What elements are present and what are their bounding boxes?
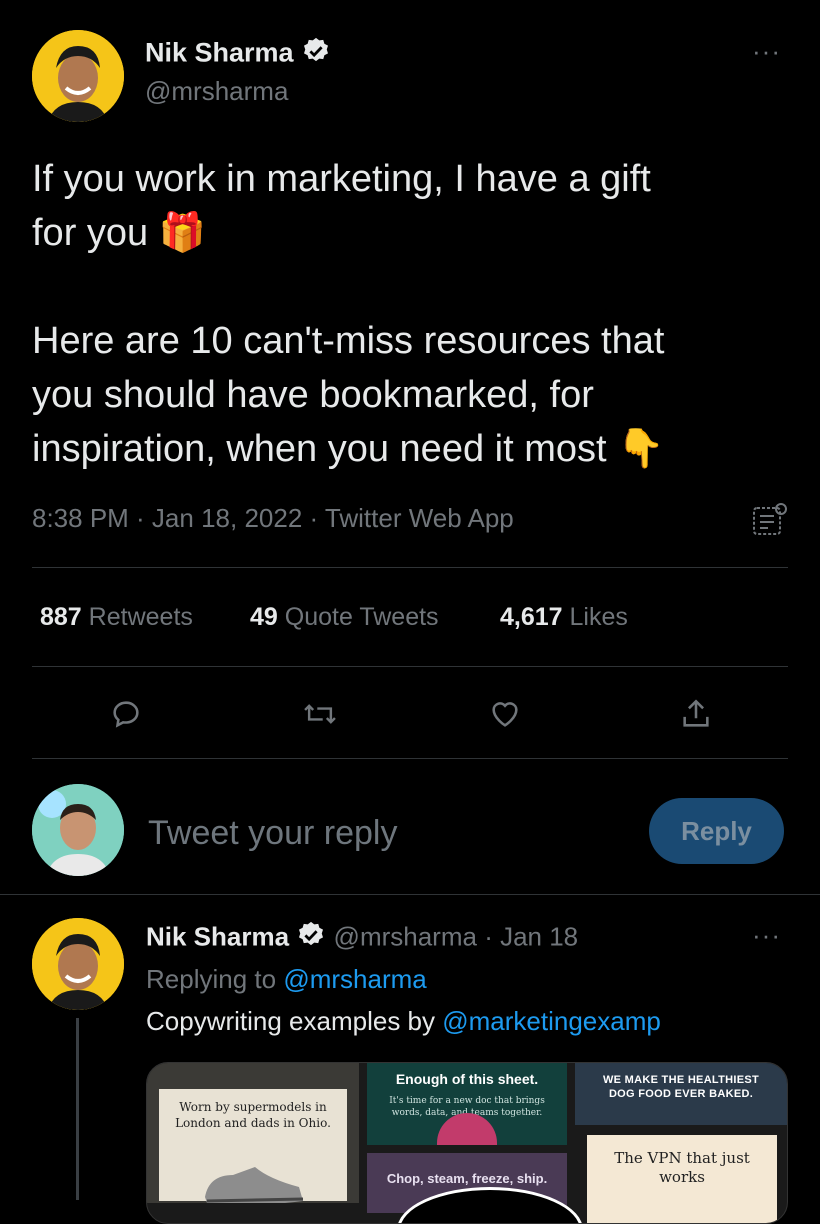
likes-count: 4,617 [500,603,563,631]
author-name[interactable]: Nik Sharma [145,38,294,68]
media-tile: WE MAKE THE HEALTHIEST DOG FOOD EVER BAK… [575,1063,787,1125]
tweet-text-line: for you 🎁 [32,206,802,260]
divider [0,894,820,895]
author-handle[interactable]: @mrsharma [145,76,288,107]
media-tile: Enough of this sheet. It's time for a ne… [367,1063,567,1145]
media-tile-text: The VPN that just works [614,1149,750,1186]
user-avatar[interactable] [32,784,124,876]
reply-author-handle[interactable]: @mrsharma [334,921,477,951]
avatar-portrait [32,918,124,1010]
verified-badge-icon [296,920,326,957]
media-tile: The VPN that just works [587,1135,777,1223]
replying-to-handle-link[interactable]: @mrsharma [283,964,426,994]
reply-author-name[interactable]: Nik Sharma [146,921,289,951]
sneaker-icon [205,1167,304,1203]
reply-date[interactable]: · Jan 18 [484,921,578,951]
share-icon[interactable] [676,694,716,734]
retweet-icon[interactable] [300,694,340,734]
replying-to: Replying to @mrsharma [146,964,427,995]
tweet-timestamp[interactable]: 8:38 PM · Jan 18, 2022 · Twitter Web App [32,503,514,534]
avatar-portrait [32,784,124,876]
analytics-icon[interactable] [752,502,788,541]
verified-badge-icon [301,36,331,73]
tweet-text-line: you should have bookmarked, for [32,374,594,416]
avatar-portrait [32,30,124,122]
likes-label: Likes [569,603,628,631]
divider [32,758,788,759]
tweet-text: If you work in marketing, I have a gift … [32,152,802,476]
media-tile: Worn by supermodels in London and dads i… [147,1063,359,1203]
retweets-count: 887 [40,603,82,631]
like-icon[interactable] [485,694,525,734]
author-name-row[interactable]: Nik Sharma [145,36,331,73]
reply-button[interactable]: Reply [649,798,784,864]
tweet-reply-input[interactable]: Tweet your reply [148,814,397,853]
tweet-text-line: inspiration, when you need it most 👇 [32,422,802,476]
quotes-count: 49 [250,603,278,631]
reply-text-body: Copywriting examples by [146,1006,443,1036]
media-tile-title: Enough of this sheet. [395,1071,539,1087]
quote-tweets-stat[interactable]: 49 Quote Tweets [250,603,439,632]
divider [32,666,788,667]
pointing-down-emoji-icon: 👇 [617,428,665,470]
reply-icon[interactable] [106,694,146,734]
thread-line [76,1018,79,1200]
replying-to-label: Replying to [146,964,284,994]
reply-header: Nik Sharma @mrsharma · Jan 18 [146,920,578,957]
divider [32,567,788,568]
reply-author-avatar[interactable] [32,918,124,1010]
mention-link[interactable]: @marketingexamp [442,1006,661,1036]
media-tile-text: Chop, steam, freeze, ship. [386,1171,548,1186]
tweet-text-line: Here are 10 can't-miss resources that [32,320,665,362]
reply-text: Copywriting examples by @marketingexamp [146,1006,661,1037]
more-options-icon[interactable]: ··· [752,36,781,67]
tweet-text-line: If you work in marketing, I have a gift [32,158,651,200]
author-avatar[interactable] [32,30,124,122]
likes-stat[interactable]: 4,617 Likes [500,603,628,632]
quotes-label: Quote Tweets [284,603,439,631]
retweets-stat[interactable]: 887 Retweets [40,603,193,632]
media-tile-text: WE MAKE THE HEALTHIEST DOG FOOD EVER BAK… [602,1074,760,1100]
tweet-text-fragment: inspiration, when you need it most [32,428,607,470]
gift-emoji-icon: 🎁 [158,212,207,254]
tweet-text-fragment: for you [32,212,149,254]
reply-more-options-icon[interactable]: ··· [752,920,781,951]
retweets-label: Retweets [88,603,193,631]
